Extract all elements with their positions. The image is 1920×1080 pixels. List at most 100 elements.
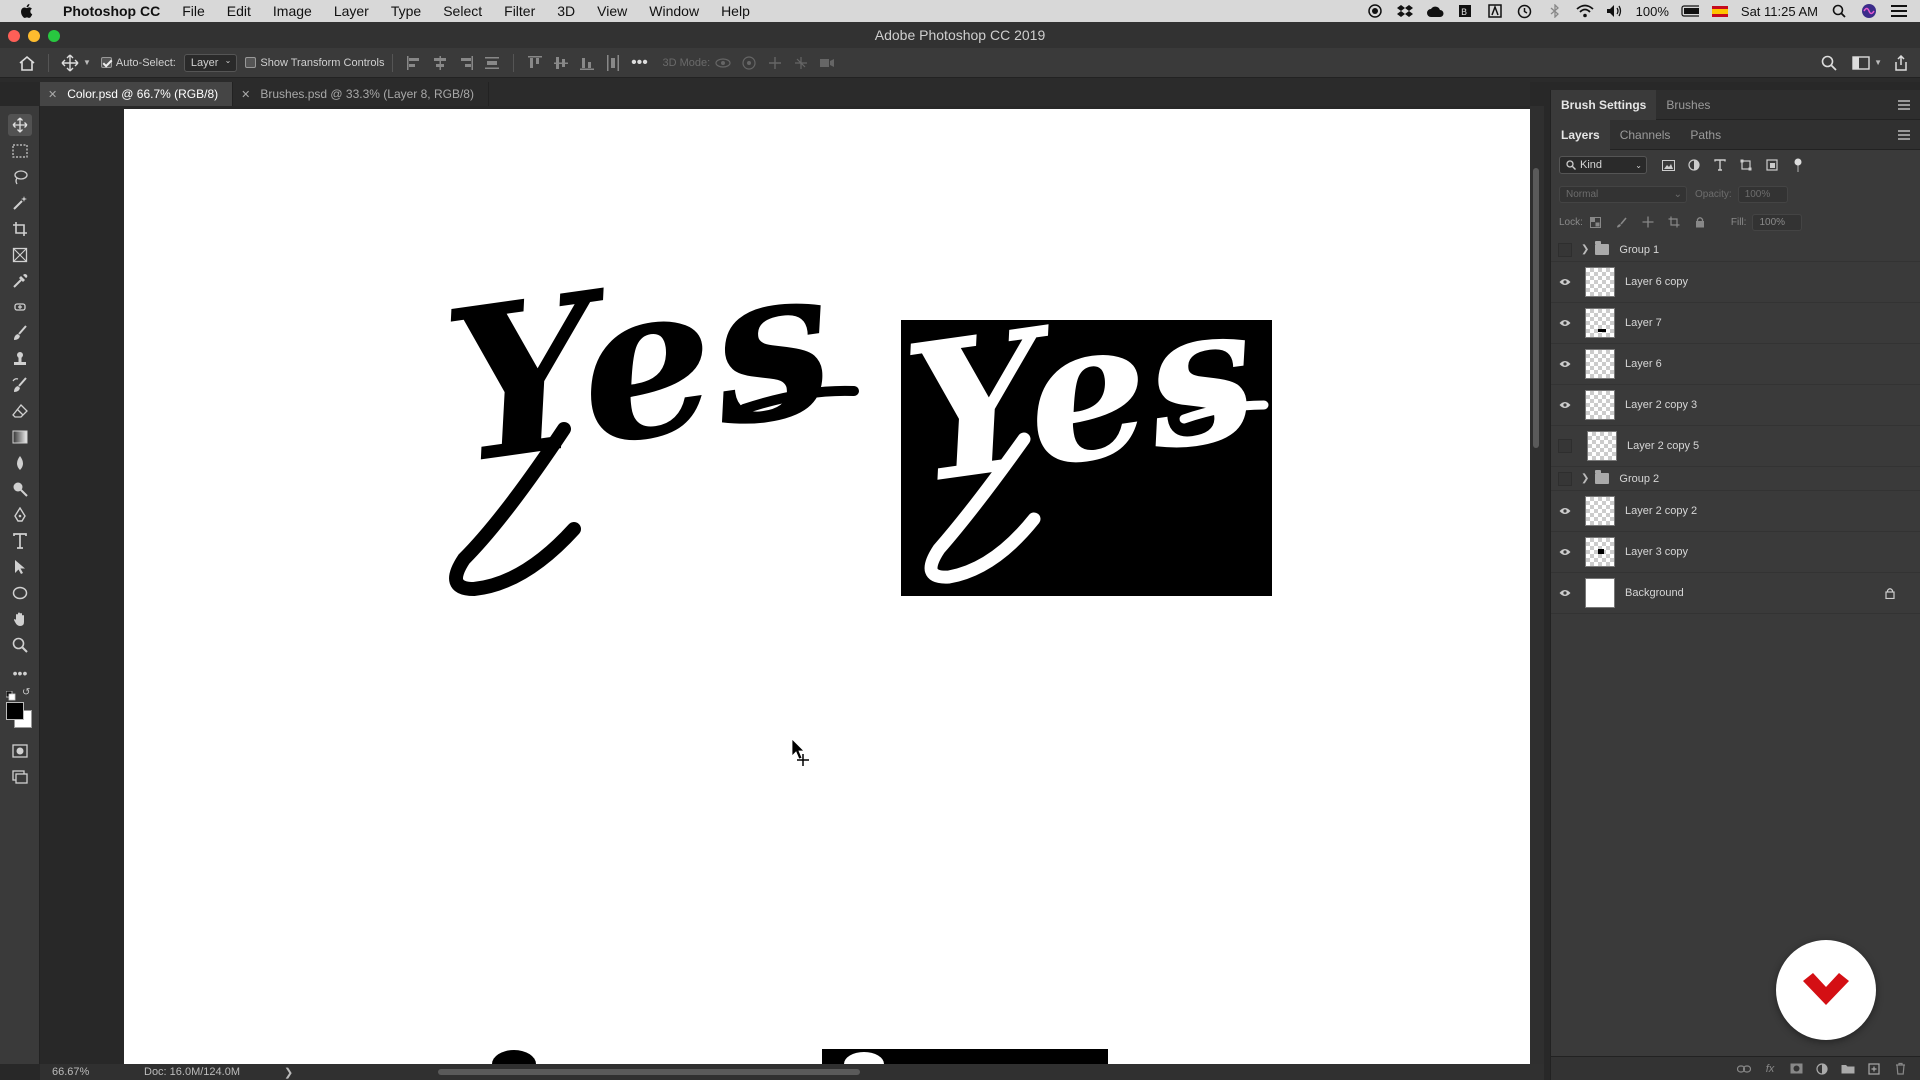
- tab-brush-settings[interactable]: Brush Settings: [1551, 89, 1657, 120]
- screen-mode-icon[interactable]: [8, 766, 32, 788]
- layer-row-group-2[interactable]: ❯ Group 2: [1551, 467, 1920, 491]
- menu-window[interactable]: Window: [638, 3, 710, 19]
- eye-icon[interactable]: [1555, 319, 1575, 327]
- more-options-icon[interactable]: •••: [628, 52, 650, 74]
- layer-style-fx-icon[interactable]: fx: [1763, 1062, 1777, 1076]
- clone-stamp-tool-icon[interactable]: [8, 348, 32, 370]
- menu-app-name[interactable]: Photoshop CC: [52, 3, 171, 19]
- panel-menu-icon[interactable]: [1898, 99, 1910, 110]
- swap-colors-icon[interactable]: ↺: [22, 687, 34, 699]
- move-tool-icon[interactable]: [59, 52, 81, 74]
- layer-row-layer-2-copy-3[interactable]: Layer 2 copy 3: [1551, 385, 1920, 426]
- tab-channels[interactable]: Channels: [1610, 120, 1681, 150]
- document-workspace[interactable]: Yes Yes: [40, 106, 1530, 1064]
- history-brush-tool-icon[interactable]: [8, 374, 32, 396]
- 3d-scale-icon[interactable]: [816, 52, 838, 74]
- layer-row-background[interactable]: Background: [1551, 573, 1920, 614]
- layer-name[interactable]: Layer 2 copy 5: [1627, 440, 1699, 452]
- align-horizontal-centers-icon[interactable]: [429, 52, 451, 74]
- record-icon[interactable]: [1366, 4, 1384, 18]
- siri-icon[interactable]: [1860, 4, 1878, 18]
- tab-brushes-psd[interactable]: ✕ Brushes.psd @ 33.3% (Layer 8, RGB/8): [233, 82, 489, 106]
- layer-name[interactable]: Layer 7: [1625, 317, 1662, 329]
- creative-cloud-icon[interactable]: [1426, 4, 1444, 18]
- 3d-slide-icon[interactable]: [790, 52, 812, 74]
- move-tool-icon[interactable]: [8, 114, 32, 136]
- dodge-tool-icon[interactable]: [8, 478, 32, 500]
- spotlight-search-icon[interactable]: [1830, 4, 1848, 18]
- lasso-tool-icon[interactable]: [8, 166, 32, 188]
- layer-row-layer-2-copy-2[interactable]: Layer 2 copy 2: [1551, 491, 1920, 532]
- align-bottom-edges-icon[interactable]: [576, 52, 598, 74]
- workspace-switcher-icon[interactable]: [1850, 52, 1872, 74]
- app-b-icon[interactable]: B: [1456, 4, 1474, 18]
- lock-transparent-pixels-icon[interactable]: [1585, 211, 1607, 233]
- align-right-edges-icon[interactable]: [455, 52, 477, 74]
- home-icon[interactable]: [16, 52, 38, 74]
- lock-image-pixels-icon[interactable]: [1611, 211, 1633, 233]
- doc-size-info[interactable]: Doc: 16.0M/124.0M: [144, 1066, 240, 1078]
- fill-field[interactable]: 100%: [1752, 213, 1803, 231]
- crop-tool-icon[interactable]: [8, 218, 32, 240]
- align-top-edges-icon[interactable]: [524, 52, 546, 74]
- layer-name[interactable]: Layer 2 copy 3: [1625, 399, 1697, 411]
- frame-tool-icon[interactable]: [8, 244, 32, 266]
- align-left-edges-icon[interactable]: [403, 52, 425, 74]
- type-layer-filter-icon[interactable]: [1709, 154, 1731, 176]
- menu-edit[interactable]: Edit: [216, 3, 262, 19]
- layer-row-layer-2-copy-5[interactable]: Layer 2 copy 5: [1551, 426, 1920, 467]
- menu-layer[interactable]: Layer: [323, 3, 380, 19]
- eye-icon[interactable]: [1555, 548, 1575, 556]
- hand-tool-icon[interactable]: [8, 608, 32, 630]
- menu-type[interactable]: Type: [380, 3, 432, 19]
- smart-object-filter-icon[interactable]: [1761, 154, 1783, 176]
- share-icon[interactable]: [1890, 52, 1912, 74]
- panel-menu-icon[interactable]: [1898, 129, 1910, 140]
- volume-icon[interactable]: [1606, 4, 1624, 18]
- filter-kind-dropdown[interactable]: Kind ⌄: [1559, 156, 1647, 174]
- minimize-window-button[interactable]: [28, 30, 40, 42]
- layer-name[interactable]: Group 2: [1619, 473, 1659, 485]
- tab-color-psd[interactable]: ✕ Color.psd @ 66.7% (RGB/8): [40, 82, 234, 106]
- layer-row-layer-3-copy[interactable]: Layer 3 copy: [1551, 532, 1920, 573]
- layer-row-layer-7[interactable]: Layer 7: [1551, 303, 1920, 344]
- visibility-toggle-off[interactable]: [1558, 439, 1572, 453]
- filter-toggle-icon[interactable]: [1787, 154, 1809, 176]
- zoom-level[interactable]: 66.67%: [52, 1066, 122, 1078]
- default-colors-icon[interactable]: [5, 688, 16, 701]
- blur-tool-icon[interactable]: [8, 452, 32, 474]
- eraser-tool-icon[interactable]: [8, 400, 32, 422]
- add-mask-icon[interactable]: [1789, 1062, 1803, 1076]
- lock-artboard-icon[interactable]: [1663, 211, 1685, 233]
- show-transform-controls-checkbox[interactable]: [245, 57, 257, 68]
- flag-spain-icon[interactable]: [1711, 4, 1729, 18]
- eye-icon[interactable]: [1555, 589, 1575, 597]
- healing-brush-tool-icon[interactable]: [8, 296, 32, 318]
- eye-icon[interactable]: [1555, 278, 1575, 286]
- opacity-field[interactable]: 100%: [1737, 185, 1788, 203]
- layer-name[interactable]: Group 1: [1619, 244, 1659, 256]
- layer-name[interactable]: Layer 6 copy: [1625, 276, 1688, 288]
- dropbox-icon[interactable]: [1396, 4, 1414, 18]
- eye-icon[interactable]: [1555, 360, 1575, 368]
- layer-row-group-1[interactable]: ❯ Group 1: [1551, 238, 1920, 262]
- link-layers-icon[interactable]: [1737, 1062, 1751, 1076]
- pixel-layer-filter-icon[interactable]: [1657, 154, 1679, 176]
- edit-toolbar-icon[interactable]: •••: [8, 662, 32, 684]
- lock-all-icon[interactable]: [1689, 211, 1711, 233]
- layer-name[interactable]: Layer 2 copy 2: [1625, 505, 1697, 517]
- tab-paths[interactable]: Paths: [1680, 120, 1731, 150]
- path-selection-tool-icon[interactable]: [8, 556, 32, 578]
- 3d-roll-icon[interactable]: [738, 52, 760, 74]
- layer-name[interactable]: Layer 3 copy: [1625, 546, 1688, 558]
- layer-row-layer-6[interactable]: Layer 6: [1551, 344, 1920, 385]
- close-tab-icon[interactable]: ✕: [241, 88, 250, 101]
- status-info-arrow-icon[interactable]: ❯: [284, 1066, 293, 1079]
- visibility-toggle-off[interactable]: [1558, 242, 1572, 257]
- eye-icon[interactable]: [1555, 507, 1575, 515]
- chevron-right-icon[interactable]: ❯: [1581, 473, 1589, 484]
- gradient-tool-icon[interactable]: [8, 426, 32, 448]
- vertical-scrollbar[interactable]: [1530, 106, 1544, 1064]
- delete-layer-icon[interactable]: [1893, 1062, 1907, 1076]
- layer-name[interactable]: Background: [1625, 587, 1684, 599]
